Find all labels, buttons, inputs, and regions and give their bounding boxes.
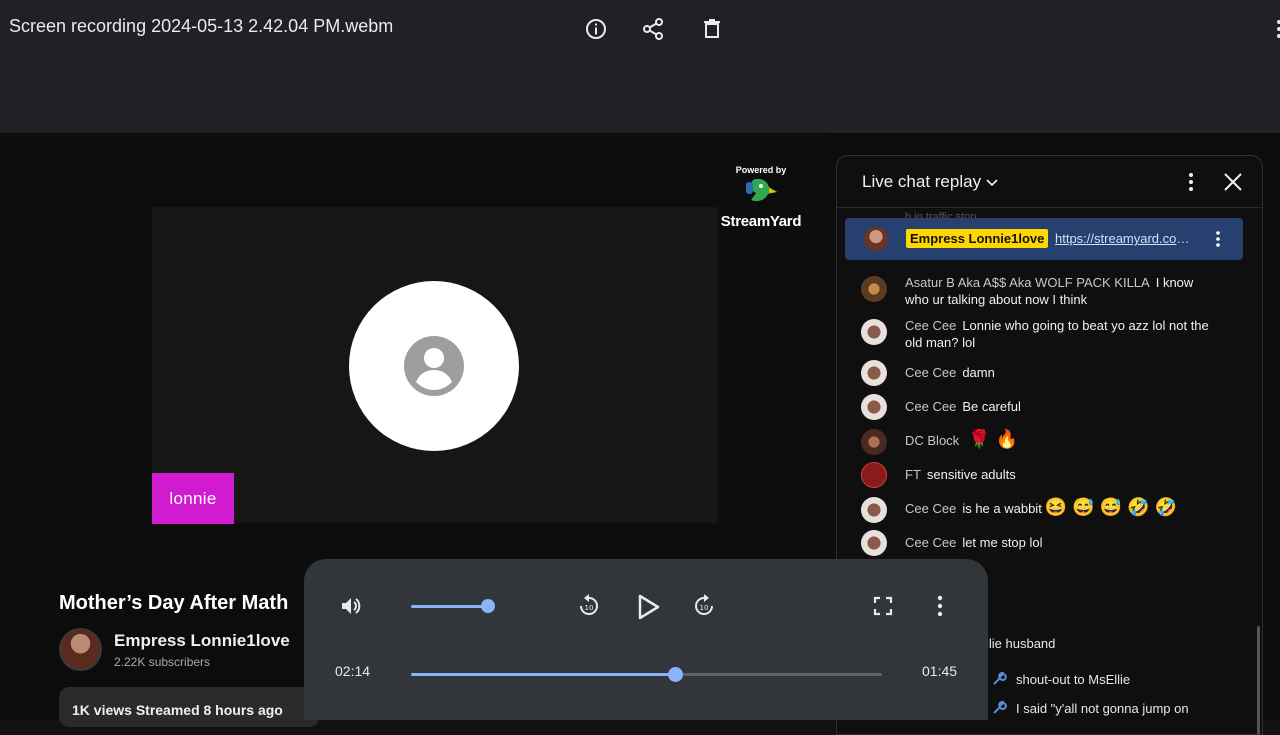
participant-avatar	[349, 281, 519, 451]
pinned-more-icon[interactable]	[1213, 229, 1223, 249]
chat-author: DC Block	[905, 433, 960, 448]
video-stats: 1K views Streamed 8 hours ago	[72, 702, 283, 718]
chat-avatar	[861, 394, 887, 420]
streamyard-logo: Powered by StreamYard	[720, 165, 802, 230]
pinned-link[interactable]: https://streamyard.com/...	[1055, 231, 1200, 246]
chat-avatar	[861, 497, 887, 523]
streamyard-mark-icon	[746, 178, 777, 202]
chat-text: let me stop lol	[962, 535, 1043, 550]
wrench-icon	[993, 700, 1007, 714]
current-time: 02:14	[335, 663, 371, 679]
viewer-header: Screen recording 2024-05-13 2.42.04 PM.w…	[0, 0, 1280, 133]
delete-icon[interactable]	[700, 17, 724, 41]
svg-text:10: 10	[700, 604, 709, 612]
chat-avatar	[861, 276, 887, 302]
chat-text: is he a wabbit	[962, 501, 1042, 516]
file-title: Screen recording 2024-05-13 2.42.04 PM.w…	[9, 16, 394, 36]
media-controls: 10 10 02:14 01:45	[304, 559, 988, 720]
chat-avatar	[861, 429, 887, 455]
chat-author: Asatur B Aka A$$ Aka WOLF PACK KILLA	[905, 275, 1150, 290]
chat-author: Cee Cee	[905, 318, 957, 333]
video-title: Mother’s Day After Math	[59, 592, 289, 614]
info-icon[interactable]	[584, 17, 608, 41]
participant-name-tag: lonnie	[152, 473, 234, 524]
chat-scrollbar[interactable]	[1257, 626, 1260, 734]
chat-partial-text: shout-out to MsEllie	[1016, 672, 1131, 687]
rewind-10-icon[interactable]: 10	[575, 592, 603, 620]
pinned-author-badge: Empress Lonnie1love	[906, 229, 1049, 248]
chat-text: damn	[962, 365, 995, 380]
chat-partial-text: I said "y'all not gonna jump on	[1016, 701, 1189, 716]
channel-avatar[interactable]	[59, 628, 102, 671]
svg-text:10: 10	[585, 604, 594, 612]
close-icon[interactable]	[1221, 170, 1245, 194]
subscriber-count: 2.22K subscribers	[114, 655, 211, 669]
chat-author: FT	[905, 467, 921, 482]
player-more-icon[interactable]	[926, 592, 954, 620]
chat-emoji: 🌹 🔥	[968, 429, 1019, 449]
seek-thumb[interactable]	[667, 667, 683, 682]
person-icon	[404, 336, 464, 396]
fullscreen-icon[interactable]	[869, 592, 897, 620]
chat-header: Live chat replay	[837, 156, 1262, 208]
chat-author: Cee Cee	[905, 501, 957, 516]
chat-author: Cee Cee	[905, 535, 957, 550]
volume-icon[interactable]	[337, 592, 365, 620]
chat-avatar	[861, 319, 887, 345]
more-vert-icon[interactable]	[1274, 17, 1280, 41]
chat-author: Cee Cee	[905, 365, 957, 380]
chat-emoji: 😆 😅 😅 🤣 🤣	[1044, 497, 1177, 517]
chat-avatar	[861, 462, 887, 488]
wrench-icon	[993, 671, 1007, 685]
pinned-avatar	[864, 227, 888, 251]
chat-more-icon[interactable]	[1181, 170, 1201, 194]
chevron-down-icon[interactable]	[985, 176, 999, 190]
chat-mode-dropdown[interactable]: Live chat replay	[862, 172, 981, 192]
volume-slider-thumb[interactable]	[481, 599, 495, 613]
chat-avatar	[861, 530, 887, 556]
chat-text: Be careful	[962, 399, 1021, 414]
chat-text: sensitive adults	[926, 467, 1016, 482]
pinned-message[interactable]: Empress Lonnie1love https://streamyard.c…	[845, 218, 1243, 260]
chat-avatar	[861, 360, 887, 386]
channel-name[interactable]: Empress Lonnie1love	[114, 631, 290, 651]
share-icon[interactable]	[641, 17, 665, 41]
remaining-time: 01:45	[922, 663, 958, 679]
chat-author: Cee Cee	[905, 399, 957, 414]
volume-slider[interactable]	[411, 605, 488, 608]
forward-10-icon[interactable]: 10	[690, 592, 718, 620]
play-icon[interactable]	[632, 591, 664, 623]
seek-bar-progress	[411, 673, 675, 676]
chat-partial-text: llie husband	[986, 636, 1056, 651]
